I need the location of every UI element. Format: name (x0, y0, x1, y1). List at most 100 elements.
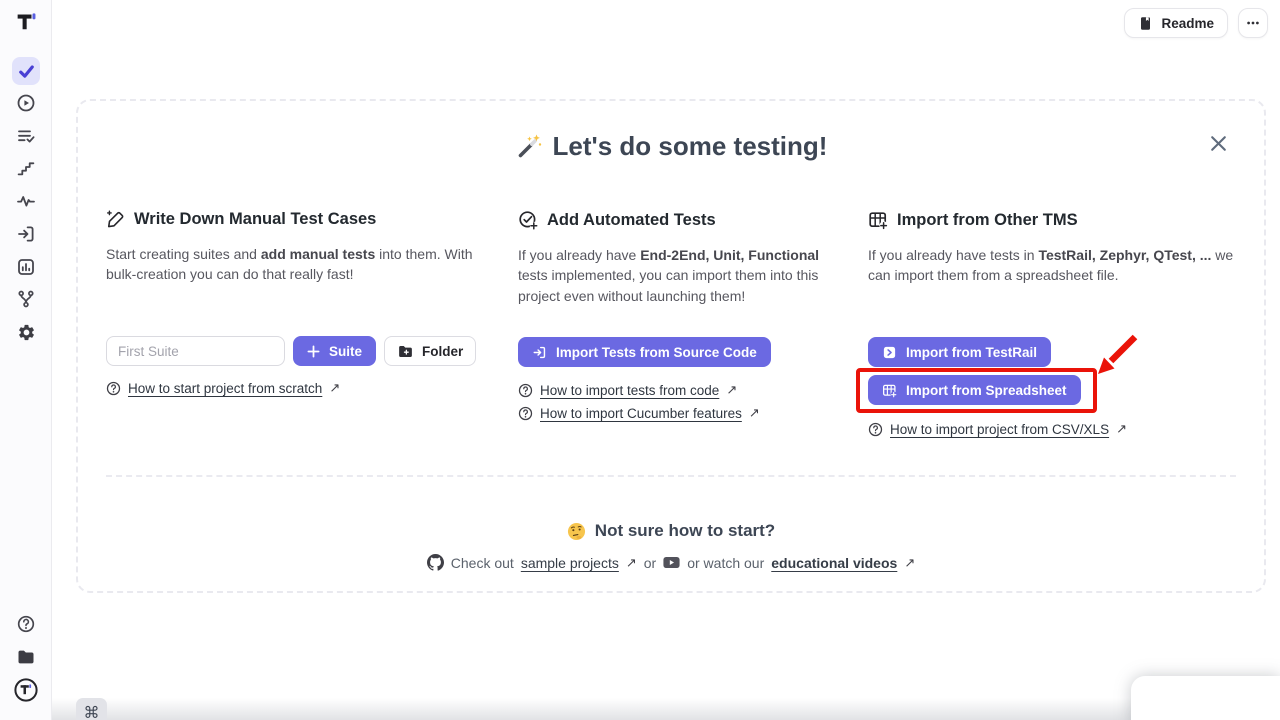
thinking-face-emoji (567, 522, 586, 541)
sidebar-item-runs[interactable] (12, 89, 40, 117)
import-source-row: Import Tests from Source Code (518, 337, 828, 367)
external-link-icon: ↗ (726, 382, 737, 398)
column-manual-tests: Write Down Manual Test Cases Start creat… (106, 210, 478, 443)
column-heading: Add Automated Tests (547, 211, 716, 230)
column-description: If you already have tests in TestRail, Z… (868, 245, 1234, 329)
help-circle-icon (518, 406, 533, 421)
sidebar-item-help[interactable] (12, 610, 40, 638)
external-link-icon: ↗ (749, 405, 760, 421)
sidebar-item-analytics[interactable] (12, 253, 40, 281)
app-logo-icon (15, 11, 37, 33)
column-import-tms: Import from Other TMS If you already hav… (868, 210, 1234, 443)
plus-icon (307, 345, 320, 358)
pulse-icon (16, 191, 36, 211)
card-title-row: Let's do some testing! (78, 131, 1264, 162)
more-options-button[interactable] (1238, 8, 1268, 38)
list-check-icon (16, 126, 36, 146)
educational-videos-link[interactable]: educational videos (771, 555, 897, 571)
folder-icon (16, 647, 36, 667)
help-link-row: How to start project from scratch ↗ (106, 380, 478, 396)
sidebar-item-test-plans[interactable] (12, 122, 40, 150)
external-link-icon: ↗ (904, 555, 915, 571)
table-plus-icon (868, 210, 888, 230)
help-link-csv-xls[interactable]: How to import project from CSV/XLS (890, 422, 1109, 437)
dashed-divider (106, 475, 1236, 477)
annotated-button-wrap: Import from Spreadsheet (868, 375, 1081, 405)
spreadsheet-plus-icon (882, 383, 897, 398)
sidebar-item-milestones[interactable] (12, 154, 40, 182)
first-suite-input[interactable] (106, 336, 285, 366)
sidebar (0, 0, 52, 720)
sidebar-item-branches[interactable] (12, 285, 40, 313)
import-source-code-button[interactable]: Import Tests from Source Code (518, 337, 771, 367)
command-key-chip[interactable]: ⌘ (76, 698, 107, 720)
add-suite-button[interactable]: Suite (293, 336, 376, 366)
sidebar-item-tests[interactable] (12, 57, 40, 85)
corner-popover[interactable] (1131, 676, 1280, 720)
import-testrail-label: Import from TestRail (906, 345, 1037, 360)
column-automated-tests: Add Automated Tests If you already have … (518, 210, 828, 443)
suite-action-row: Suite Folder (106, 336, 478, 366)
column-heading-row: Import from Other TMS (868, 210, 1234, 230)
suite-button-label: Suite (329, 344, 362, 359)
sidebar-item-projects[interactable] (12, 643, 40, 671)
import-source-label: Import Tests from Source Code (556, 345, 757, 360)
stairs-icon (16, 158, 36, 178)
check-circle-plus-icon (518, 210, 538, 230)
folder-button-label: Folder (422, 344, 463, 359)
footer-links-row: Check out sample projects ↗ or or watch … (78, 554, 1264, 571)
sidebar-profile-logo[interactable] (12, 676, 40, 704)
sidebar-item-pulse[interactable] (12, 187, 40, 215)
external-link-icon: ↗ (626, 555, 637, 571)
import-testrail-button[interactable]: Import from TestRail (868, 337, 1051, 367)
column-heading-row: Write Down Manual Test Cases (106, 210, 478, 229)
sidebar-item-import[interactable] (12, 220, 40, 248)
check-out-text: Check out (451, 555, 514, 571)
ellipsis-icon (1245, 15, 1261, 31)
sample-projects-link[interactable]: sample projects (521, 555, 619, 571)
column-heading-row: Add Automated Tests (518, 210, 828, 230)
annotation-arrow (1085, 331, 1143, 385)
help-link-scratch[interactable]: How to start project from scratch (128, 381, 322, 396)
page-title: Let's do some testing! (553, 131, 828, 162)
import-spreadsheet-label: Import from Spreadsheet (906, 383, 1067, 398)
help-link-row: How to import project from CSV/XLS ↗ (868, 421, 1234, 437)
app-logo[interactable] (12, 8, 40, 36)
external-link-icon: ↗ (1116, 421, 1127, 437)
help-link-import-code[interactable]: How to import tests from code (540, 383, 719, 398)
box-arrow-in-icon (532, 345, 547, 360)
column-heading: Write Down Manual Test Cases (134, 210, 376, 229)
play-circle-icon (16, 93, 36, 113)
help-link-cucumber[interactable]: How to import Cucumber features (540, 406, 742, 421)
readme-button[interactable]: Readme (1124, 8, 1228, 38)
help-circle-icon (518, 383, 533, 398)
box-arrow-in-icon (16, 224, 36, 244)
footer-heading: Not sure how to start? (595, 521, 775, 541)
help-link-row: How to import Cucumber features ↗ (518, 405, 828, 421)
import-spreadsheet-button[interactable]: Import from Spreadsheet (868, 375, 1081, 405)
column-description: If you already have End-2End, Unit, Func… (518, 245, 828, 329)
help-link-row: How to import tests from code ↗ (518, 382, 828, 398)
magic-wand-emoji (515, 133, 542, 160)
close-icon (1208, 133, 1229, 154)
add-folder-button[interactable]: Folder (384, 336, 476, 366)
or-watch-text: or watch our (687, 555, 764, 571)
book-icon (1138, 15, 1153, 32)
pen-sparkle-icon (106, 210, 125, 229)
onboarding-columns: Write Down Manual Test Cases Start creat… (78, 210, 1264, 443)
external-link-icon: ↗ (329, 380, 340, 396)
command-key-symbol: ⌘ (84, 703, 100, 720)
github-icon (427, 554, 444, 571)
footer-heading-row: Not sure how to start? (78, 521, 1264, 541)
help-circle-icon (16, 614, 36, 634)
git-branch-icon (16, 289, 36, 309)
column-description: Start creating suites and add manual tes… (106, 244, 478, 328)
bottom-shadow (52, 698, 1280, 720)
youtube-icon (663, 556, 680, 569)
readme-label: Readme (1161, 16, 1214, 31)
testrail-icon (882, 345, 897, 360)
folder-plus-icon (397, 343, 414, 360)
check-icon (18, 63, 35, 80)
close-button[interactable] (1205, 130, 1231, 156)
sidebar-item-settings[interactable] (12, 318, 40, 346)
